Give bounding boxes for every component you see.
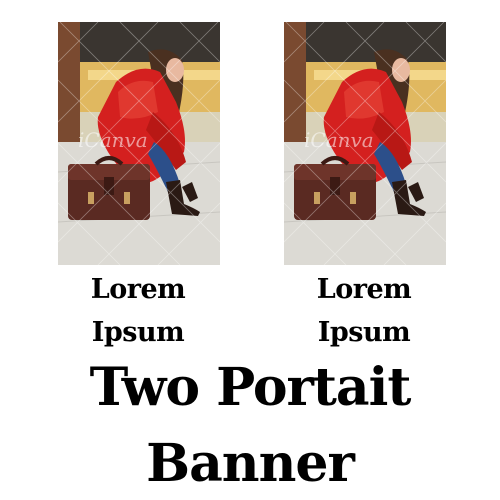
banner-headline: Two Portait Banner [0, 350, 500, 500]
watermark-text: iCanva [304, 128, 374, 152]
caption-left: Lorem Ipsum [48, 268, 228, 354]
portrait-photo-right: iCanva [284, 22, 446, 265]
headline-line-1: Two Portait [89, 357, 412, 418]
portrait-photo-left: iCanva [58, 22, 220, 265]
caption-right: Lorem Ipsum [274, 268, 454, 354]
caption-line-1: Lorem [90, 274, 186, 305]
caption-line-2: Ipsum [91, 317, 185, 348]
caption-line-2: Ipsum [317, 317, 411, 348]
caption-line-1: Lorem [316, 274, 412, 305]
watermark-text: iCanva [78, 128, 148, 152]
photo-illustration: iCanva [58, 22, 220, 265]
headline-line-2: Banner [146, 433, 355, 494]
photo-illustration: iCanva [284, 22, 446, 265]
